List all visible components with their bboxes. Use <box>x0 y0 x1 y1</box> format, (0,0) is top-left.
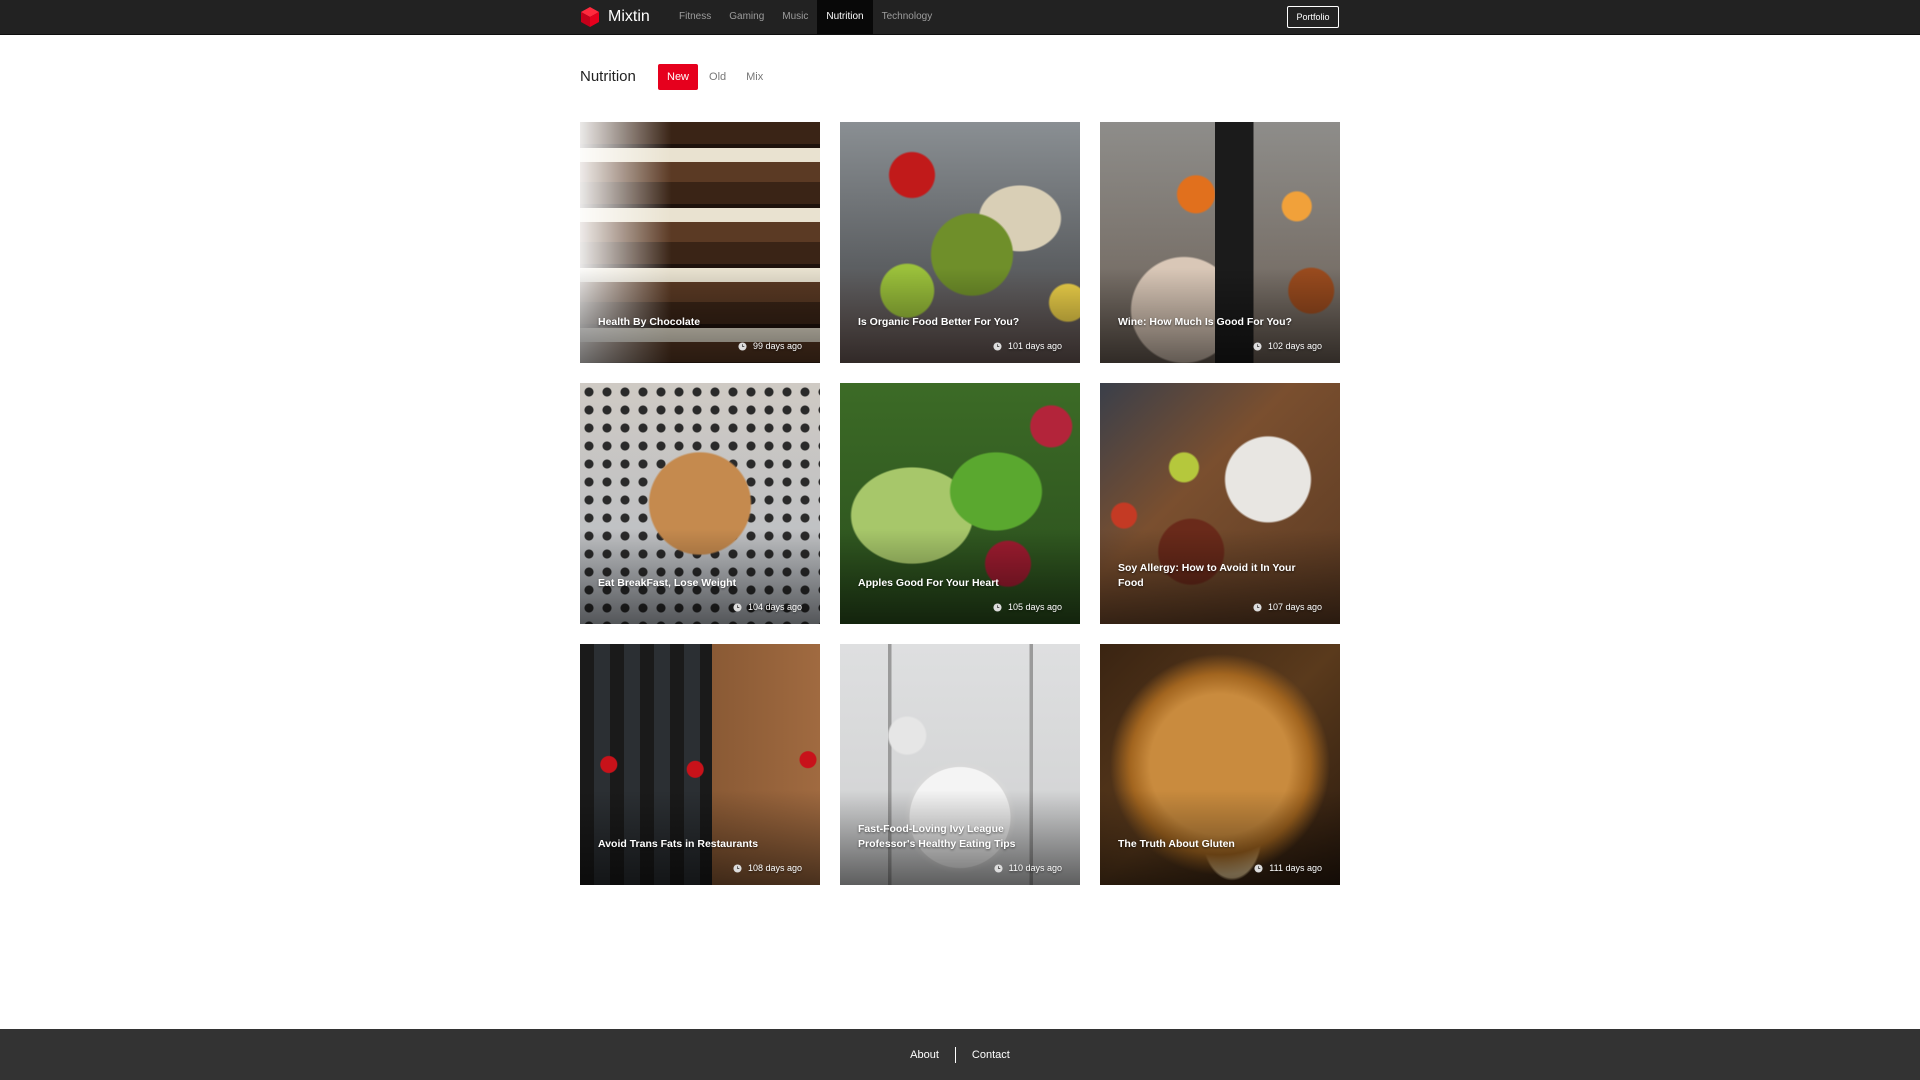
brand-name: Mixtin <box>608 8 650 25</box>
post-card[interactable]: Avoid Trans Fats in Restaurants 108 days… <box>580 644 820 885</box>
footer-link-contact[interactable]: Contact <box>956 1049 1026 1061</box>
footer-links: About Contact <box>0 1029 1920 1080</box>
post-card[interactable]: Fast-Food-Loving Ivy League Professor's … <box>840 644 1080 885</box>
clock-icon <box>993 341 1002 351</box>
post-title[interactable]: Eat BreakFast, Lose Weight <box>598 576 802 591</box>
footer-link-about[interactable]: About <box>894 1049 955 1061</box>
post-title[interactable]: Is Organic Food Better For You? <box>858 315 1062 330</box>
post-card[interactable]: The Truth About Gluten 111 days ago <box>1100 644 1340 885</box>
filter-mix[interactable]: Mix <box>737 64 772 90</box>
post-title[interactable]: Apples Good For Your Heart <box>858 576 1062 591</box>
clock-icon <box>1254 863 1263 873</box>
post-meta: 101 days ago <box>993 341 1062 351</box>
nav-item-nutrition[interactable]: Nutrition <box>817 0 873 34</box>
clock-icon <box>733 863 742 873</box>
nav-item-music[interactable]: Music <box>773 0 817 34</box>
post-age: 104 days ago <box>747 602 802 612</box>
post-card[interactable]: Soy Allergy: How to Avoid it In Your Foo… <box>1100 383 1340 624</box>
post-title[interactable]: Wine: How Much Is Good For You? <box>1118 315 1322 330</box>
clock-icon <box>994 863 1003 873</box>
post-age: 111 days ago <box>1269 863 1322 873</box>
post-card[interactable]: Apples Good For Your Heart 105 days ago <box>840 383 1080 624</box>
post-card[interactable]: Health By Chocolate 99 days ago <box>580 122 820 363</box>
clock-icon <box>1253 602 1262 612</box>
post-age: 110 days ago <box>1008 863 1062 873</box>
post-meta: 105 days ago <box>993 602 1062 612</box>
clock-icon <box>993 602 1002 612</box>
clock-icon <box>1253 341 1262 351</box>
brand[interactable]: Mixtin <box>580 0 650 34</box>
nav-item-fitness[interactable]: Fitness <box>670 0 720 34</box>
post-age: 108 days ago <box>747 863 802 873</box>
post-meta: 107 days ago <box>1253 602 1322 612</box>
post-meta: 104 days ago <box>733 602 802 612</box>
post-age: 99 days ago <box>752 341 802 351</box>
clock-icon <box>738 341 747 351</box>
post-meta: 111 days ago <box>1254 863 1322 873</box>
post-age: 101 days ago <box>1007 341 1062 351</box>
filter-new[interactable]: New <box>658 64 699 90</box>
post-meta: 108 days ago <box>733 863 802 873</box>
post-age: 107 days ago <box>1267 602 1322 612</box>
post-meta: 102 days ago <box>1253 341 1322 351</box>
nav-item-technology[interactable]: Technology <box>873 0 942 34</box>
post-card[interactable]: Eat BreakFast, Lose Weight 104 days ago <box>580 383 820 624</box>
post-age: 102 days ago <box>1267 341 1322 351</box>
cube-logo-icon <box>581 7 599 27</box>
post-title[interactable]: The Truth About Gluten <box>1118 837 1322 852</box>
sort-filters: New Old Mix <box>658 64 774 90</box>
post-title[interactable]: Avoid Trans Fats in Restaurants <box>598 837 802 852</box>
post-card[interactable]: Wine: How Much Is Good For You? 102 days… <box>1100 122 1340 363</box>
post-age: 105 days ago <box>1007 602 1062 612</box>
post-meta: 99 days ago <box>738 341 802 351</box>
post-title[interactable]: Soy Allergy: How to Avoid it In Your Foo… <box>1118 561 1322 591</box>
top-navbar: Mixtin Fitness Gaming Music Nutrition Te… <box>0 0 1920 35</box>
page-title: Nutrition <box>580 68 636 85</box>
filter-old[interactable]: Old <box>700 64 735 90</box>
nav-item-gaming[interactable]: Gaming <box>720 0 773 34</box>
post-title[interactable]: Fast-Food-Loving Ivy League Professor's … <box>858 822 1062 852</box>
clock-icon <box>733 602 742 612</box>
post-meta: 110 days ago <box>994 863 1062 873</box>
post-card[interactable]: Is Organic Food Better For You? 101 days… <box>840 122 1080 363</box>
portfolio-button[interactable]: Portfolio <box>1287 6 1339 28</box>
nav-links: Fitness Gaming Music Nutrition Technolog… <box>670 0 941 34</box>
footer: About Contact <box>0 1029 1920 1080</box>
post-title[interactable]: Health By Chocolate <box>598 315 802 330</box>
